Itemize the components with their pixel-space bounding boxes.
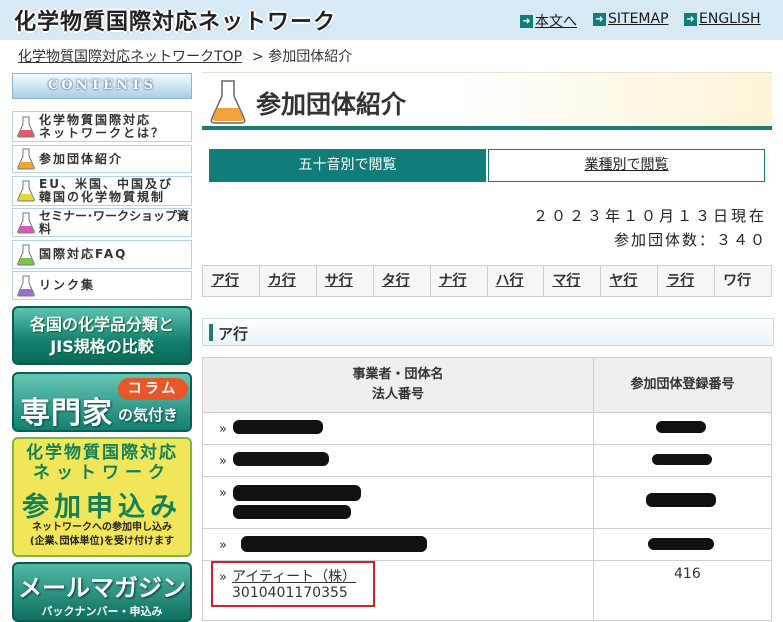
arrow-right-icon: ➜	[520, 14, 533, 28]
redaction-mark	[233, 485, 361, 501]
table-row: »	[202, 412, 772, 445]
contents-heading: CONTENTS	[12, 73, 192, 99]
tab-gojuon[interactable]: 五十音別で閲覧	[209, 149, 486, 182]
table-cell-reg	[593, 528, 772, 561]
row-link-ha[interactable]: ハ行	[488, 266, 545, 296]
row-marker: »	[219, 454, 227, 469]
kana-row-nav: ア行 カ行 サ行 タ行 ナ行 ハ行 マ行 ヤ行 ラ行 ワ行	[202, 265, 772, 297]
jis-comparison-banner[interactable]: 各国の化学品分類と JIS規格の比較	[12, 306, 192, 365]
table-cell-reg	[593, 476, 772, 529]
nav-english[interactable]: ➜ ENGLISH	[684, 11, 761, 27]
redaction-mark	[656, 421, 706, 433]
row-link-sa[interactable]: サ行	[317, 266, 374, 296]
flask-icon	[17, 275, 35, 296]
sidebar-item-label: セミナー･ワークショップ資料	[39, 208, 190, 236]
sidebar-item-about[interactable]: 化学物質国際対応 ネットワークとは？	[12, 111, 192, 142]
table-row: »	[202, 528, 772, 561]
redaction-mark	[233, 505, 351, 519]
sidebar-item-label: 参加団体紹介	[39, 151, 124, 166]
mail-magazine-banner[interactable]: メールマガジン バックナンバー・申込み	[12, 562, 192, 622]
site-header: 化学物質国際対応ネットワーク ➜ 本文へ ➜ SITEMAP ➜ ENGLISH	[0, 0, 783, 40]
row-link-na[interactable]: ナ行	[431, 266, 488, 296]
registration-number: 416	[674, 566, 701, 582]
flask-icon	[17, 212, 35, 233]
sidebar-item-links[interactable]: リンク集	[12, 271, 192, 300]
table-header-row: 事業者・団体名 法人番号 参加団体登録番号	[202, 357, 772, 413]
table-cell-reg	[593, 444, 772, 477]
breadcrumb-home-link[interactable]: 化学物質国際対応ネットワークTOP	[18, 49, 242, 65]
arrow-right-icon: ➜	[684, 12, 697, 26]
table-row: »	[202, 476, 772, 529]
page-title-box: 参加団体紹介	[202, 72, 772, 130]
page-title: 参加団体紹介	[256, 90, 407, 119]
redaction-mark	[652, 454, 712, 465]
nav-skip-to-content[interactable]: ➜ 本文へ	[520, 11, 577, 31]
row-link-ka[interactable]: カ行	[260, 266, 317, 296]
column-header-name: 事業者・団体名 法人番号	[202, 357, 594, 413]
flask-icon	[17, 116, 35, 137]
row-link-a[interactable]: ア行	[203, 266, 260, 296]
table-row: »	[202, 444, 772, 477]
table-cell-name: »	[202, 444, 594, 477]
heading-bar	[209, 324, 213, 341]
redaction-mark	[233, 420, 323, 434]
nav-english-link[interactable]: ENGLISH	[699, 11, 761, 27]
redaction-mark	[233, 452, 329, 466]
sidebar-item-label: 国際対応FAQ	[39, 247, 128, 261]
sidebar-item-members[interactable]: 参加団体紹介	[12, 145, 192, 173]
sidebar-item-faq[interactable]: 国際対応FAQ	[12, 240, 192, 269]
nav-honbun-link[interactable]: 本文へ	[535, 11, 577, 31]
column-header-registration: 参加団体登録番号	[593, 357, 772, 413]
table-cell-name: »	[202, 528, 594, 561]
expert-column-banner[interactable]: コラム 専門家 の気付き	[12, 372, 192, 432]
table-cell-name: »	[202, 412, 594, 445]
redaction-mark	[648, 538, 714, 550]
row-link-ta[interactable]: タ行	[374, 266, 431, 296]
sidebar-item-label: 化学物質国際対応 ネットワークとは？	[39, 112, 166, 140]
sidebar-item-regulations[interactable]: EU、米国、中国及び 韓国の化学物質規制	[12, 176, 192, 206]
site-title[interactable]: 化学物質国際対応ネットワーク	[14, 4, 336, 36]
row-marker: »	[219, 486, 227, 501]
table-cell-reg	[593, 412, 772, 445]
redaction-mark	[241, 536, 427, 552]
row-link-wa: ワ行	[723, 273, 752, 289]
flask-icon	[17, 148, 35, 170]
row-link-ra[interactable]: ラ行	[658, 266, 716, 296]
sidebar-item-seminar[interactable]: セミナー･ワークショップ資料	[12, 208, 192, 237]
section-heading: ア行	[202, 318, 774, 346]
sidebar-item-label: リンク集	[39, 278, 96, 292]
row-link-ya[interactable]: ヤ行	[601, 266, 659, 296]
column-badge: コラム	[118, 378, 188, 400]
breadcrumb-current: > 参加団体紹介	[252, 49, 353, 65]
nav-sitemap-link[interactable]: SITEMAP	[608, 11, 669, 27]
table-cell-name: »	[202, 476, 594, 529]
arrow-right-icon: ➜	[593, 12, 606, 26]
breadcrumb: 化学物質国際対応ネットワークTOP > 参加団体紹介	[18, 46, 352, 66]
redaction-mark	[646, 493, 716, 507]
as-of-date: ２０２３年１０月１３日現在	[532, 207, 767, 225]
flask-icon	[210, 80, 246, 124]
row-marker: »	[219, 422, 227, 437]
join-application-banner[interactable]: 化学物質国際対応 ネットワーク 参加申込み ネットワークへの参加申し込み (企業…	[12, 437, 192, 557]
member-count: 参加団体数：３４０	[613, 231, 767, 249]
tab-industry[interactable]: 業種別で閲覧	[488, 149, 765, 182]
nav-sitemap[interactable]: ➜ SITEMAP	[593, 11, 669, 27]
row-marker: »	[219, 538, 227, 553]
flask-icon	[17, 244, 35, 265]
highlight-box	[211, 561, 375, 607]
sidebar-item-label: EU、米国、中国及び 韓国の化学物質規制	[39, 177, 173, 204]
row-link-ma[interactable]: マ行	[544, 266, 602, 296]
flask-icon	[17, 180, 35, 202]
